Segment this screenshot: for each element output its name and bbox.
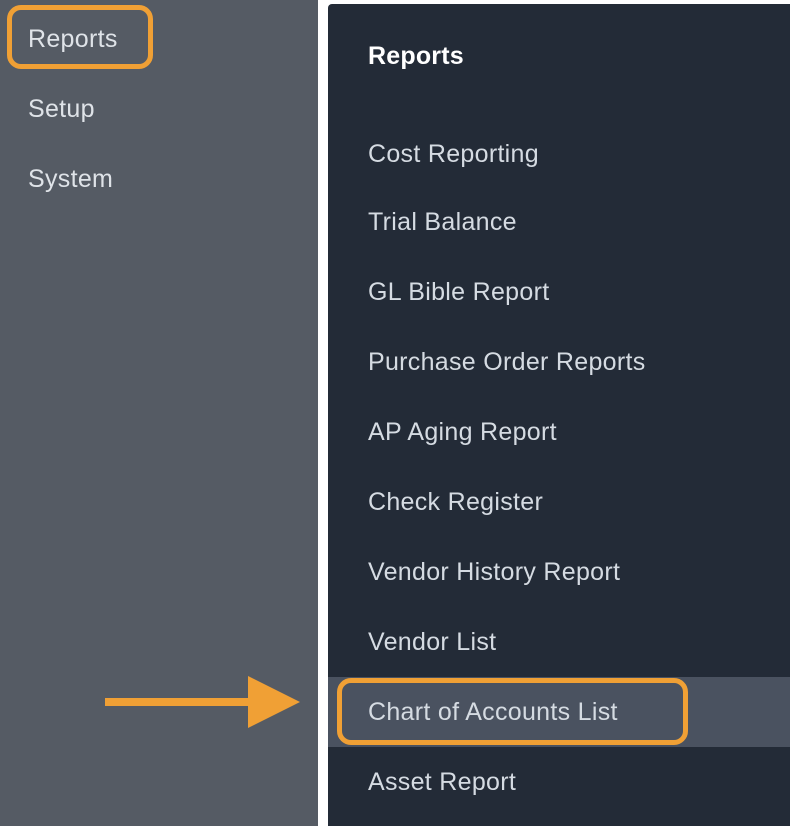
menu-item-purchase-order-reports[interactable]: Purchase Order Reports	[328, 327, 790, 397]
menu-item-asset-report[interactable]: Asset Report	[328, 747, 790, 817]
chart-of-accounts-highlight-outline	[337, 678, 688, 745]
menu-item-vendor-history-report[interactable]: Vendor History Report	[328, 537, 790, 607]
menu-item-vendor-list[interactable]: Vendor List	[328, 607, 790, 677]
menu-item-check-register[interactable]: Check Register	[328, 467, 790, 537]
divider	[318, 0, 328, 826]
sidebar-item-system[interactable]: System	[28, 159, 113, 199]
reports-highlight-outline	[7, 5, 153, 69]
sidebar-item-setup[interactable]: Setup	[28, 89, 95, 129]
menu-item-ap-aging-report[interactable]: AP Aging Report	[328, 397, 790, 467]
panel-title: Reports	[368, 42, 464, 70]
menu-item-trial-balance[interactable]: Trial Balance	[328, 187, 790, 257]
menu-item-gl-bible-report[interactable]: GL Bible Report	[328, 257, 790, 327]
menu-item-cost-reporting[interactable]: Cost Reporting	[328, 119, 790, 189]
arrow-right-icon	[105, 676, 300, 728]
